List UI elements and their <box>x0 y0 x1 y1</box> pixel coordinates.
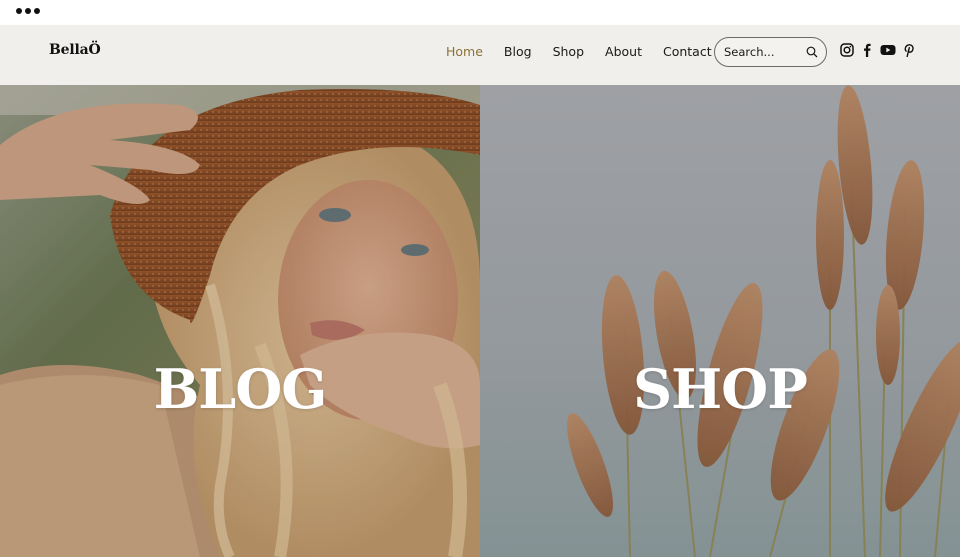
instagram-icon[interactable] <box>840 43 854 57</box>
facebook-icon[interactable] <box>860 43 874 57</box>
site-header: BellaÖ Home Blog Shop About Contact <box>0 25 960 85</box>
nav-contact[interactable]: Contact <box>663 44 712 59</box>
pinterest-icon[interactable] <box>902 43 916 57</box>
nav-about[interactable]: About <box>605 44 642 59</box>
search-input[interactable] <box>724 45 804 59</box>
site-logo[interactable]: BellaÖ <box>49 42 101 58</box>
youtube-icon[interactable] <box>880 43 896 57</box>
nav-home[interactable]: Home <box>446 44 483 59</box>
nav-shop[interactable]: Shop <box>553 44 584 59</box>
more-dots-icon[interactable] <box>16 8 40 14</box>
shop-panel-image <box>480 85 960 557</box>
search-icon[interactable] <box>806 46 818 58</box>
blog-panel-image <box>0 85 480 557</box>
shop-panel[interactable]: SHOP <box>480 85 960 557</box>
blog-panel-title[interactable]: BLOG <box>0 357 480 421</box>
shop-panel-title[interactable]: SHOP <box>480 357 960 421</box>
social-links <box>840 43 916 57</box>
search-box <box>714 37 827 67</box>
browser-topbar <box>0 0 960 25</box>
nav-blog[interactable]: Blog <box>504 44 532 59</box>
blog-panel[interactable]: BLOG <box>0 85 480 557</box>
main-nav: Home Blog Shop About Contact <box>446 44 733 59</box>
